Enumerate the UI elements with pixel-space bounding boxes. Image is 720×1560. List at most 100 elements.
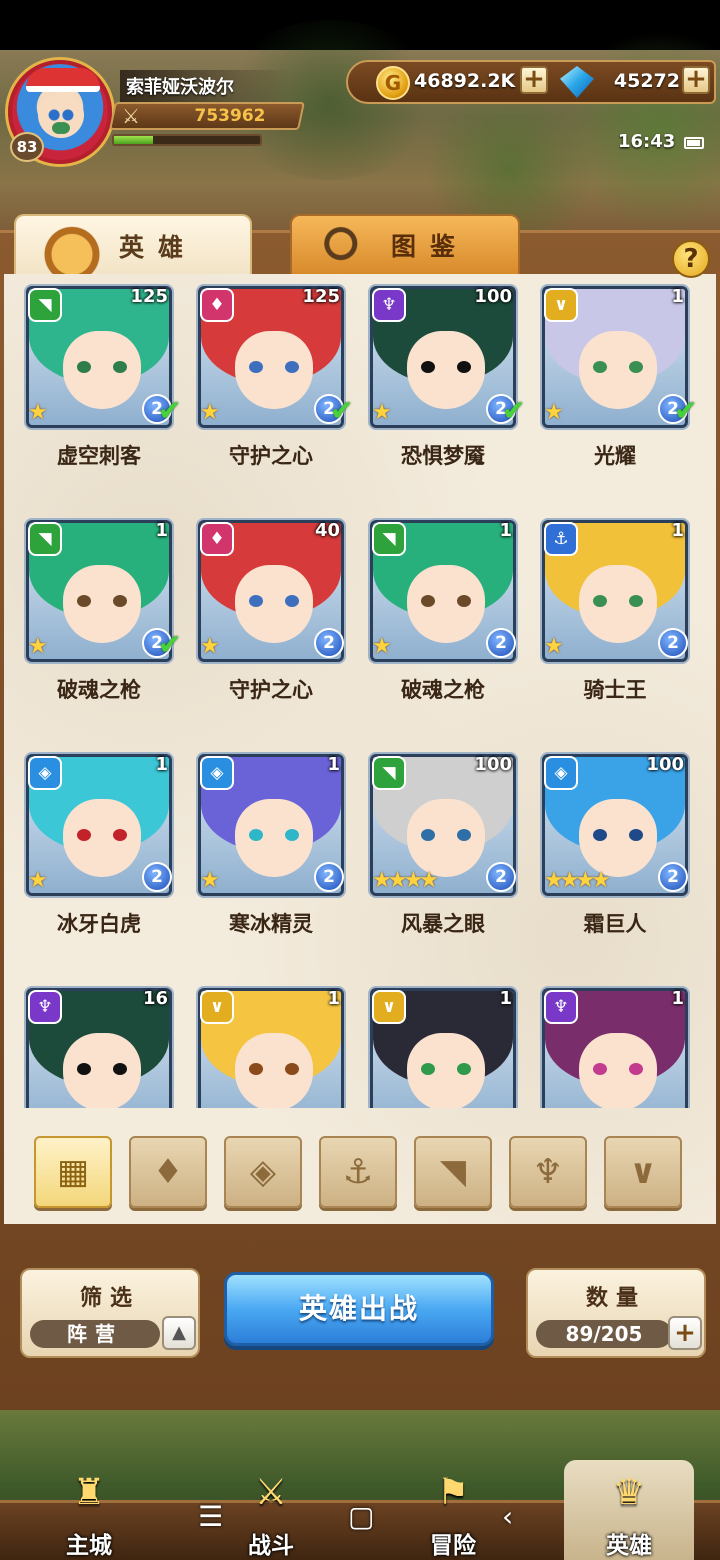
hero-level: 1 xyxy=(499,988,512,1009)
hero-name: 冰牙白虎 xyxy=(57,912,141,936)
hero-card[interactable]: ♆ 16 xyxy=(4,980,176,1108)
hero-card[interactable]: ♦ 40 ★ 2 守护之心 xyxy=(176,512,348,732)
hero-face xyxy=(235,331,313,409)
hero-card[interactable]: ∨ 1 xyxy=(348,980,520,1108)
expand-capacity-button[interactable]: + xyxy=(668,1316,702,1350)
add-gold-button[interactable]: + xyxy=(520,66,548,94)
water-faction-icon: ◈ xyxy=(28,756,62,790)
anchor-faction-icon: ⚓ xyxy=(342,1152,374,1192)
nav-label: 冒险 xyxy=(430,1533,476,1559)
hero-card[interactable]: ◥ 1 ★ 2 ✔ 破魂之枪 xyxy=(4,512,181,732)
filter-control[interactable]: 筛选 阵营 ▲ xyxy=(20,1268,200,1358)
nav-crossed-swords[interactable]: ⚔ 战斗 xyxy=(206,1460,336,1560)
nav-castle[interactable]: ♜ 主城 xyxy=(24,1460,154,1560)
add-diamond-button[interactable]: + xyxy=(682,66,710,94)
player-level-badge: 83 xyxy=(10,132,44,162)
system-back-icon[interactable]: ‹ xyxy=(502,1500,513,1534)
star-rating-icon: ★ xyxy=(372,400,392,425)
hero-face xyxy=(407,799,485,877)
hero-level: 1 xyxy=(499,520,512,541)
hero-card[interactable]: ◥ 100 ★★★★ 2 风暴之眼 xyxy=(348,746,520,966)
filter-value: 阵营 xyxy=(30,1320,160,1348)
hero-level: 1 xyxy=(327,988,340,1009)
beast-faction-icon: ◥ xyxy=(372,522,406,556)
combat-power-value: 753962 xyxy=(194,106,266,126)
star-rating-icon: ★★★★ xyxy=(544,868,611,893)
deploy-heroes-button[interactable]: 英雄出战 xyxy=(224,1272,494,1346)
experience-fill xyxy=(114,136,154,144)
battery-icon xyxy=(684,137,704,149)
nature-faction-icon: ♦ xyxy=(152,1152,184,1192)
hero-helmet-icon: ♛ xyxy=(612,1471,646,1513)
star-rating-icon: ★ xyxy=(200,400,220,425)
chevron-up-icon[interactable]: ▲ xyxy=(162,1316,196,1350)
filter-beast-button[interactable]: ◥ xyxy=(414,1136,492,1208)
filter-title: 筛选 xyxy=(79,1286,140,1311)
anchor-faction-icon: ⚓ xyxy=(544,522,578,556)
hero-card[interactable]: ◈ 1 ★ 2 寒冰精灵 xyxy=(176,746,348,966)
hero-face xyxy=(235,1033,313,1108)
hero-level: 125 xyxy=(130,286,168,307)
hero-grid[interactable]: ◥ 125 ★ 2 ✔ 虚空刺客 ♦ 125 ★ 2 ✔ 守护之心 ♆ 100 ★ 2 ✔ 恐惧梦魇 ∨ 1 ★ 2 ✔ 光耀… xyxy=(4,278,716,1108)
star-rating-icon: ★ xyxy=(200,634,220,659)
beast-faction-icon: ◥ xyxy=(28,522,62,556)
diamond-amount: 45272 xyxy=(613,70,680,92)
beast-faction-icon: ◥ xyxy=(439,1152,467,1192)
hero-face xyxy=(579,799,657,877)
light-faction-icon: ∨ xyxy=(629,1152,657,1192)
hero-card[interactable]: ♆ 100 ★ 2 ✔ 恐惧梦魇 xyxy=(348,278,525,498)
filter-anchor-button[interactable]: ⚓ xyxy=(319,1136,397,1208)
hero-card[interactable]: ⚓ 1 ★ 2 骑士王 xyxy=(520,512,692,732)
light-faction-icon: ∨ xyxy=(200,990,234,1024)
hero-name: 霜巨人 xyxy=(583,912,647,936)
hero-card[interactable]: ∨ 1 xyxy=(176,980,348,1108)
crossed-swords-icon: ⚔ xyxy=(254,1471,288,1513)
tab-heroes[interactable]: 英雄 xyxy=(14,214,252,276)
filter-nature-button[interactable]: ♦ xyxy=(129,1136,207,1208)
hero-name: 恐惧梦魇 xyxy=(401,444,485,468)
hero-name: 破魂之枪 xyxy=(401,678,485,702)
hero-card[interactable]: ♆ 1 xyxy=(520,980,692,1108)
hero-card[interactable]: ∨ 1 ★ 2 ✔ 光耀 xyxy=(520,278,697,498)
helmet-icon xyxy=(36,222,108,276)
water-faction-icon: ◈ xyxy=(544,756,578,790)
player-name: 索菲娅沃波尔 xyxy=(120,70,290,102)
hero-name: 骑士王 xyxy=(583,678,647,702)
map-icon: ⚑ xyxy=(436,1471,470,1513)
star-rating-icon: ★ xyxy=(28,868,48,893)
filter-water-button[interactable]: ◈ xyxy=(224,1136,302,1208)
hero-face xyxy=(63,1033,141,1108)
filter-all-button[interactable]: ▦ xyxy=(34,1136,112,1208)
tab-codex[interactable]: 图鉴 xyxy=(290,214,520,276)
faction-filter-bar: ▦ ♦ ◈ ⚓ ◥ ♆ ∨ xyxy=(34,1136,694,1212)
system-home-icon[interactable]: ▢ xyxy=(348,1500,374,1534)
hero-level: 100 xyxy=(474,754,512,775)
hero-card[interactable]: ◈ 1 ★ 2 冰牙白虎 xyxy=(4,746,176,966)
system-menu-icon[interactable]: ☰ xyxy=(198,1500,223,1534)
hero-name: 风暴之眼 xyxy=(401,912,485,936)
checkmark-icon: ✔ xyxy=(674,394,698,427)
filter-light-button[interactable]: ∨ xyxy=(604,1136,682,1208)
gold-amount: 46892.2K xyxy=(414,70,516,92)
hero-level: 125 xyxy=(302,286,340,307)
nav-label: 战斗 xyxy=(248,1533,294,1559)
avatar-face xyxy=(38,92,84,138)
filter-dark-button[interactable]: ♆ xyxy=(509,1136,587,1208)
hero-grade-badge: 2 xyxy=(142,862,172,892)
nav-map[interactable]: ⚑ 冒险 xyxy=(388,1460,518,1560)
hero-card[interactable]: ♦ 125 ★ 2 ✔ 守护之心 xyxy=(176,278,353,498)
help-button[interactable]: ? xyxy=(672,240,710,278)
hero-grade-badge: 2 xyxy=(314,628,344,658)
experience-bar xyxy=(112,134,262,146)
hero-grade-badge: 2 xyxy=(486,862,516,892)
hero-card[interactable]: ◥ 1 ★ 2 破魂之枪 xyxy=(348,512,520,732)
dark-faction-icon: ♆ xyxy=(28,990,62,1024)
hero-grade-badge: 2 xyxy=(314,862,344,892)
magnifier-icon xyxy=(312,222,384,276)
hero-card[interactable]: ◈ 100 ★★★★ 2 霜巨人 xyxy=(520,746,692,966)
hero-grade-badge: 2 xyxy=(486,628,516,658)
hero-level: 16 xyxy=(142,988,168,1009)
hero-card[interactable]: ◥ 125 ★ 2 ✔ 虚空刺客 xyxy=(4,278,181,498)
nav-hero-helmet[interactable]: ♛ 英雄 xyxy=(564,1460,694,1560)
star-rating-icon: ★ xyxy=(544,634,564,659)
